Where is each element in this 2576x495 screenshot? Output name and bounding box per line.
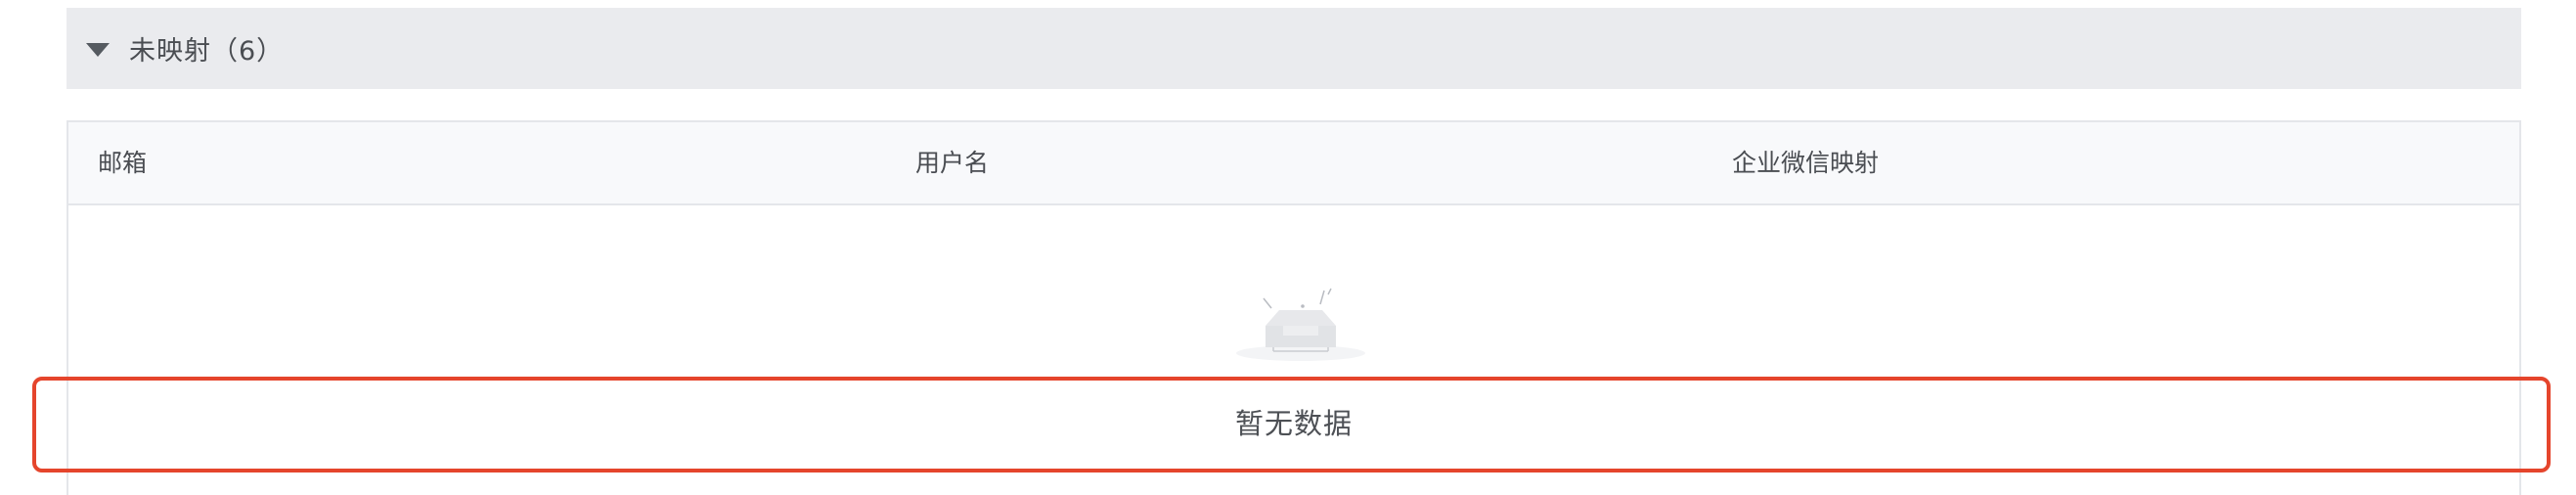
table-header: 邮箱 用户名 企业微信映射 [68,122,2519,205]
page: 未映射（6） 邮箱 用户名 企业微信映射 暂无数据 [0,0,2576,495]
caret-down-icon[interactable] [86,43,110,57]
section-title: 未映射（6） [129,36,285,67]
unmapped-users-table: 邮箱 用户名 企业微信映射 暂无数据 [67,120,2521,495]
column-header-wecom-mapping[interactable]: 企业微信映射 [1732,122,1879,203]
unmapped-section-header[interactable]: 未映射（6） [67,8,2521,89]
column-header-username[interactable]: 用户名 [915,122,989,203]
empty-inbox-icon [1236,288,1365,361]
column-header-email[interactable]: 邮箱 [98,122,147,203]
empty-state-text: 暂无数据 [1234,407,1353,440]
